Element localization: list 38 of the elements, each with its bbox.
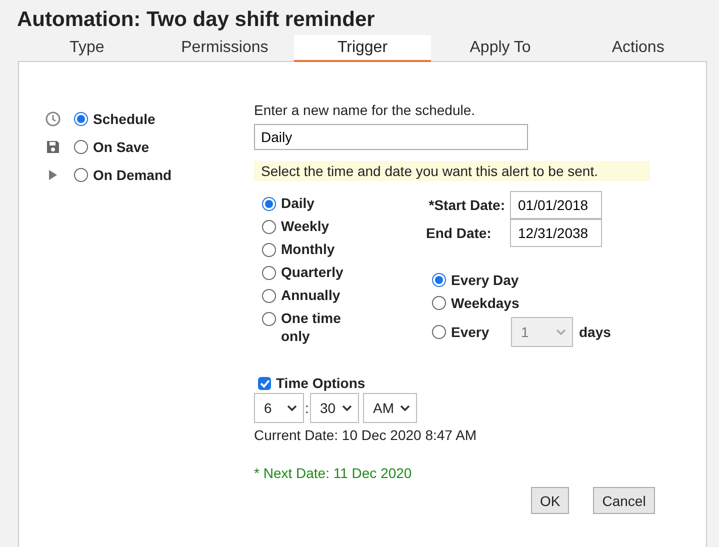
hint-banner: Select the time and date you want this alert to be sent. — [254, 161, 650, 181]
frequency-option[interactable]: Quarterly — [262, 263, 344, 281]
end-date-field[interactable]: 12/31/2038 — [510, 219, 602, 247]
tab[interactable]: Trigger — [294, 35, 432, 62]
start-date-label: *Start Date: — [428, 197, 506, 213]
frequency-option[interactable]: One time only — [262, 309, 354, 345]
window-title: Automation: Two day shift reminder — [16, 7, 376, 33]
save-icon — [45, 139, 61, 155]
next-date-text: * Next Date: 11 Dec 2020 — [254, 465, 413, 481]
frequency-option[interactable]: Daily — [262, 194, 314, 212]
trigger-option[interactable]: On Demand — [74, 166, 172, 184]
schedule-name-field[interactable]: Daily — [254, 124, 528, 150]
repeat-option[interactable]: Every Day — [432, 271, 519, 289]
start-date-field[interactable]: 01/01/2018 — [510, 191, 602, 219]
dialog-button[interactable]: OK — [531, 487, 570, 514]
days-label: days — [579, 324, 611, 340]
frequency-option[interactable]: Monthly — [262, 240, 335, 258]
hour-select[interactable]: 6 — [254, 393, 304, 423]
current-date-text: Current Date: 10 Dec 2020 8:47 AM — [254, 427, 478, 443]
chevron-icon — [400, 404, 410, 412]
chevron-icon — [287, 404, 297, 412]
clock-icon — [45, 111, 61, 127]
checkbox[interactable] — [258, 376, 271, 390]
minute-select[interactable]: 30 — [310, 393, 359, 423]
chevron-icon — [556, 328, 566, 336]
time-options-label: Time Options — [276, 375, 366, 391]
repeat-option[interactable]: Weekdays — [432, 294, 520, 312]
period-select[interactable]: AM — [363, 393, 417, 423]
frequency-option[interactable]: Weekly — [262, 217, 329, 235]
schedule-name-label: Enter a new name for the schedule. — [254, 102, 476, 120]
end-date-label: End Date: — [425, 225, 492, 241]
time-separator: : — [304, 400, 310, 416]
trigger-option[interactable]: On Save — [74, 138, 150, 156]
trigger-option[interactable]: Schedule — [74, 110, 156, 128]
repeat-option[interactable]: Every — [432, 323, 511, 341]
dialog-button[interactable]: Cancel — [593, 487, 655, 514]
chevron-icon — [342, 404, 352, 412]
frequency-option[interactable]: Annually — [262, 286, 340, 304]
